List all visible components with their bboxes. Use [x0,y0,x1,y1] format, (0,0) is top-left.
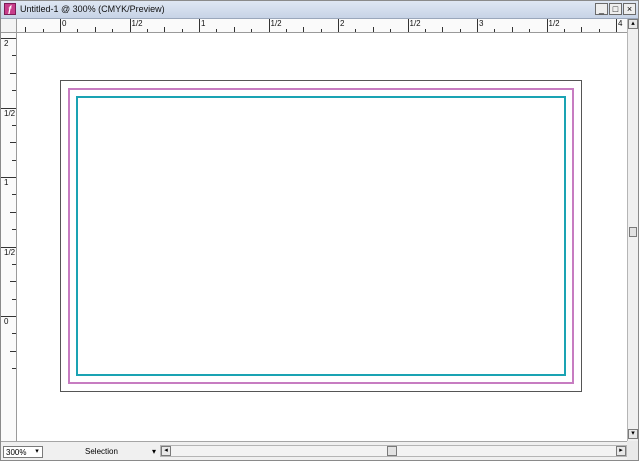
ruler-minor-tick [12,333,16,335]
ruler-major-tick [338,19,339,32]
ruler-minor-tick [10,350,16,352]
ruler-minor-tick [164,27,166,32]
horizontal-ruler[interactable]: 0 1/2 1 1/2 2 1/2 3 1/2 4 [17,19,627,33]
ruler-major-tick [199,19,200,32]
close-button[interactable]: × [623,3,636,15]
vertical-ruler[interactable]: 2 1/2 1 1/2 0 [1,33,17,441]
ruler-major-tick [129,19,131,32]
vertical-scrollbar[interactable]: ▴ ▾ [627,19,638,441]
ruler-minor-tick [12,368,16,370]
ruler-minor-tick [25,27,27,32]
horizontal-scroll-thumb[interactable] [387,446,397,456]
ruler-major-tick [477,19,478,32]
ruler-minor-tick [216,29,218,32]
ruler-label: 2 [340,19,345,28]
ruler-minor-tick [10,211,16,213]
ruler-label: 4 [618,19,623,28]
scroll-down-icon[interactable]: ▾ [628,429,638,439]
ruler-major-tick [407,19,409,32]
ruler-label: 0 [62,19,67,28]
ruler-label: 1/2 [548,19,560,28]
minimize-button[interactable]: _ [595,3,608,15]
ruler-minor-tick [112,29,114,32]
ruler-minor-tick [12,229,16,231]
ruler-minor-tick [12,55,16,57]
ruler-minor-tick [494,29,496,32]
ruler-major-tick [60,19,61,32]
maximize-button[interactable]: □ [609,3,622,15]
document-canvas[interactable] [17,33,627,441]
zoom-select[interactable]: 300% ▾ [3,446,43,458]
scroll-right-icon[interactable]: ▸ [616,446,626,456]
scroll-left-icon[interactable]: ◂ [161,446,171,456]
ruler-minor-tick [442,27,444,32]
ruler-minor-tick [355,29,357,32]
ruler-label: 1/2 [4,247,16,257]
ruler-minor-tick [12,159,16,161]
window-title: Untitled-1 @ 300% (CMYK/Preview) [20,4,165,14]
document-window: ƒ Untitled-1 @ 300% (CMYK/Preview) _ □ ×… [0,0,639,461]
tool-status[interactable]: Selection [85,447,118,456]
app-icon[interactable]: ƒ [4,3,16,15]
ruler-minor-tick [303,27,305,32]
ruler-label: 1/2 [4,108,16,118]
ruler-minor-tick [233,27,235,32]
ruler-minor-tick [12,263,16,265]
ruler-label: 3 [479,19,484,28]
vertical-scroll-thumb[interactable] [629,227,637,237]
ruler-label: 1 [201,19,206,28]
ruler-minor-tick [77,29,79,32]
ruler-major-tick [616,19,617,32]
ruler-minor-tick [12,298,16,300]
status-dropdown-icon[interactable]: ▾ [149,446,159,457]
ruler-label: 2 [4,39,9,48]
ruler-minor-tick [563,29,565,32]
ruler-label: 1/2 [270,19,282,28]
ruler-minor-tick [12,90,16,92]
ruler-label: 1/2 [131,19,143,28]
ruler-minor-tick [598,29,600,32]
ruler-minor-tick [12,124,16,126]
ruler-minor-tick [251,29,253,32]
ruler-minor-tick [94,27,96,32]
status-bar: 300% ▾ Selection ▾ ◂ ▸ [1,441,638,460]
ruler-minor-tick [10,72,16,74]
title-bar[interactable]: ƒ Untitled-1 @ 300% (CMYK/Preview) _ □ × [1,1,638,19]
ruler-minor-tick [390,29,392,32]
ruler-minor-tick [372,27,374,32]
ruler-minor-tick [12,194,16,196]
ruler-major-tick [546,19,548,32]
ruler-major-tick [268,19,270,32]
safe-area-guide [76,96,566,376]
ruler-label: 1 [4,178,9,187]
ruler-minor-tick [581,27,583,32]
ruler-minor-tick [424,29,426,32]
ruler-minor-tick [10,142,16,144]
ruler-minor-tick [146,29,148,32]
ruler-minor-tick [42,29,44,32]
ruler-minor-tick [10,281,16,283]
ruler-label: 1/2 [409,19,421,28]
horizontal-scrollbar[interactable]: ◂ ▸ [160,445,627,457]
ruler-minor-tick [459,29,461,32]
ruler-minor-tick [529,29,531,32]
ruler-minor-tick [181,29,183,32]
ruler-minor-tick [511,27,513,32]
scroll-up-icon[interactable]: ▴ [628,19,638,29]
ruler-label: 0 [4,317,9,326]
zoom-value: 300% [6,448,27,457]
resize-grip[interactable] [627,441,638,460]
ruler-origin[interactable] [1,19,17,33]
zoom-dropdown-icon[interactable]: ▾ [32,447,42,457]
ruler-minor-tick [320,29,322,32]
ruler-minor-tick [285,29,287,32]
